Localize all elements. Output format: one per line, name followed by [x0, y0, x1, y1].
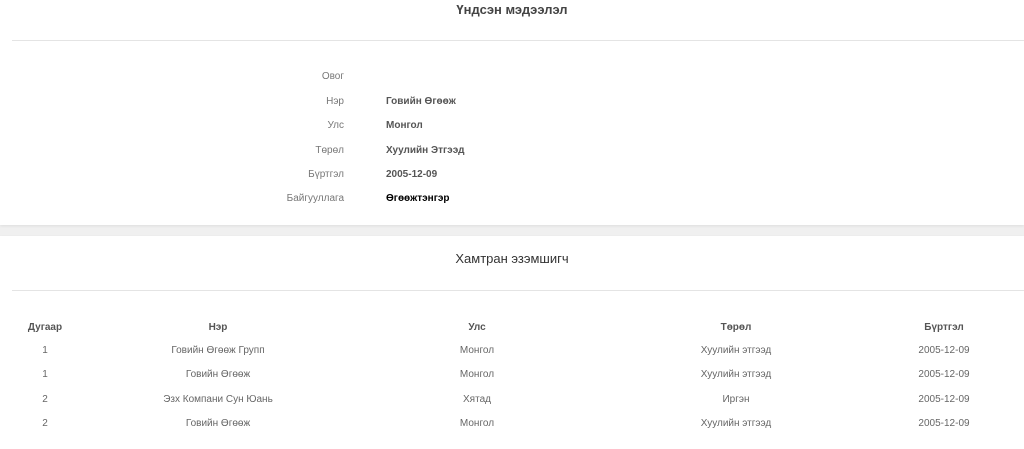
cell-type: Хуулийн этгээд [700, 418, 772, 430]
cell-name: Говийн Өгөөж [185, 369, 251, 381]
country-label: Улс [327, 120, 344, 131]
cell-country: Хятад [463, 393, 491, 405]
cell-name: Эзх Компани Сун Юань [163, 393, 273, 405]
info-row-registration: Бүртгэл 2005-12-09 [0, 167, 1024, 183]
registration-label: Бүртгэл [308, 169, 344, 180]
registration-value: 2005-12-09 [386, 169, 438, 180]
cell-type: Хуулийн этгээд [700, 344, 772, 356]
column-header-number: Дугаар [27, 321, 63, 333]
column-header-country: Улс [468, 321, 486, 333]
name-label: Нэр [326, 96, 344, 107]
table-row: 2 Говийн Өгөөж Монгол Хуулийн этгээд 200… [0, 412, 1024, 437]
cell-type: Хуулийн этгээд [700, 369, 772, 381]
column-header-type: Төрөл [720, 321, 752, 333]
co-owners-title: Хамтран эзэмшигч [455, 251, 569, 266]
cell-country: Монгол [459, 344, 495, 356]
co-owners-table: Дугаар Нэр Улс Төрөл Бүртгэл 1 Говийн Өг… [0, 316, 1024, 436]
cell-country: Монгол [459, 369, 495, 381]
column-header-name: Нэр [208, 321, 228, 333]
cell-registration: 2005-12-09 [918, 418, 970, 430]
table-header-row: Дугаар Нэр Улс Төрөл Бүртгэл [0, 316, 1024, 338]
type-value: Хуулийн Этгээд [386, 145, 465, 156]
cell-number: 2 [42, 393, 48, 405]
basic-info-divider [12, 40, 1024, 41]
basic-info-title: Үндсэн мэдээлэл [456, 2, 568, 17]
table-row: 2 Эзх Компани Сун Юань Хятад Иргэн 2005-… [0, 387, 1024, 412]
cell-registration: 2005-12-09 [918, 369, 970, 381]
cell-type: Иргэн [722, 393, 750, 405]
cell-number: 1 [42, 344, 48, 356]
cell-name: Говийн Өгөөж [185, 418, 251, 430]
table-row: 1 Говийн Өгөөж Монгол Хуулийн этгээд 200… [0, 363, 1024, 388]
cell-registration: 2005-12-09 [918, 344, 970, 356]
co-owners-card: Хамтран эзэмшигч Дугаар Нэр Улс Төрөл Бү… [0, 236, 1024, 449]
info-row-surname: Овог [0, 69, 1024, 85]
name-value: Говийн Өгөөж [386, 96, 456, 107]
organization-value[interactable]: Өгөөжтэнгэр [386, 191, 450, 207]
surname-label: Овог [321, 71, 344, 82]
co-owners-divider [12, 290, 1024, 291]
info-row-country: Улс Монгол [0, 118, 1024, 134]
info-row-type: Төрөл Хуулийн Этгээд [0, 143, 1024, 159]
info-row-organization: Байгууллага Өгөөжтэнгэр [0, 191, 1024, 207]
cell-registration: 2005-12-09 [918, 393, 970, 405]
column-header-registration: Бүртгэл [924, 321, 964, 333]
cell-country: Монгол [459, 418, 495, 430]
basic-info-card: Үндсэн мэдээлэл Овог Нэр Говийн Өгөөж Ул… [0, 0, 1024, 225]
type-label: Төрөл [315, 145, 344, 156]
country-value: Монгол [386, 120, 423, 131]
organization-label: Байгууллага [286, 193, 344, 204]
info-row-name: Нэр Говийн Өгөөж [0, 94, 1024, 110]
cell-name: Говийн Өгөөж Групп [171, 344, 265, 356]
cell-number: 1 [42, 369, 48, 381]
table-row: 1 Говийн Өгөөж Групп Монгол Хуулийн этгэ… [0, 338, 1024, 363]
cell-number: 2 [42, 418, 48, 430]
